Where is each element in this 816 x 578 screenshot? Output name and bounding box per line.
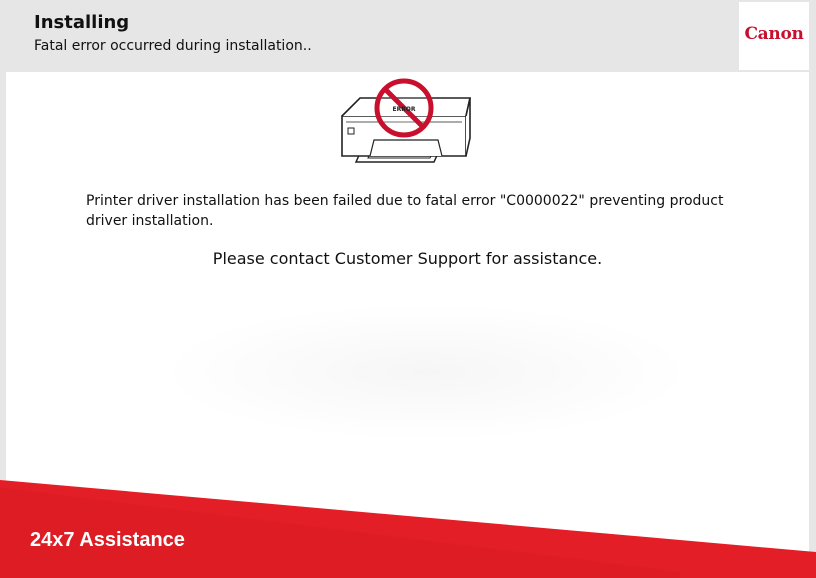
header: Installing Fatal error occurred during i… bbox=[0, 0, 816, 72]
error-message: Printer driver installation has been fai… bbox=[86, 193, 724, 229]
brand-logo-text: Canon bbox=[744, 24, 804, 44]
background-shadow bbox=[156, 302, 696, 442]
assistance-banner-text[interactable]: 24x7 Assistance bbox=[30, 529, 185, 552]
page-title: Installing bbox=[34, 12, 130, 33]
printer-error-icon: ERROR bbox=[334, 76, 480, 176]
error-label: ERROR bbox=[392, 106, 415, 113]
installer-window: Installing Fatal error occurred during i… bbox=[0, 0, 816, 578]
brand-logo: Canon bbox=[739, 2, 809, 70]
page-subtitle: Fatal error occurred during installation… bbox=[34, 38, 312, 54]
assistance-banner[interactable] bbox=[0, 468, 816, 578]
support-contact-text: Please contact Customer Support for assi… bbox=[212, 249, 603, 268]
